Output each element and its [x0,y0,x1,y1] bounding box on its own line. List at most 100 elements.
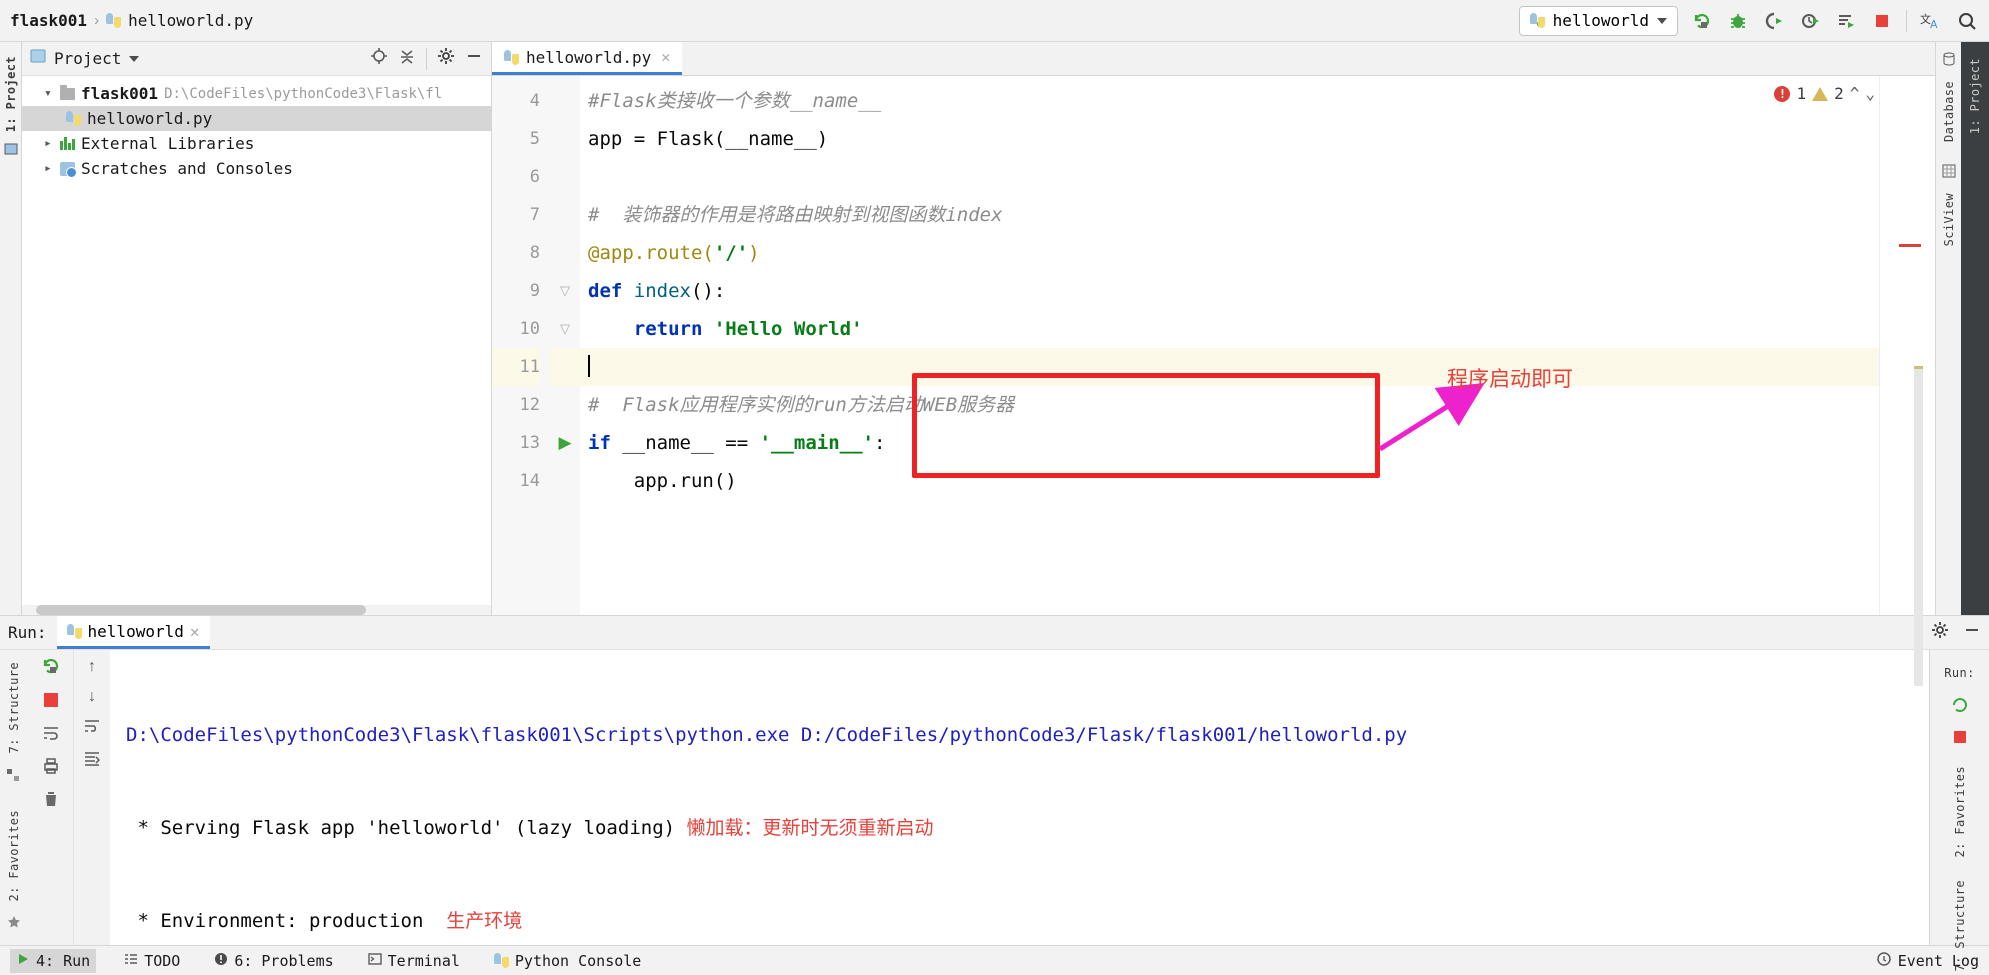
rerun-icon-right[interactable] [1951,696,1969,719]
next-problem-icon[interactable]: ⌄ [1865,84,1875,103]
profile-icon[interactable] [1798,9,1822,33]
status-item-label: Python Console [514,951,642,970]
left-tool-strip: 1: Project [0,42,22,615]
console-text: D:\CodeFiles\pythonCode3\Flask\flask001\… [126,724,1408,746]
keyword-token: return [633,318,714,340]
run-tests-icon[interactable] [1834,9,1858,33]
console-text: * Environment: production [126,910,447,932]
chevron-right-icon[interactable]: ▸ [44,161,54,176]
sidebar-tab-database[interactable]: Database [1942,75,1956,148]
sidebar-tab-favorites-right[interactable]: 2: Favorites [1953,760,1967,864]
stop-icon[interactable] [42,691,60,714]
sidebar-tab-sciview[interactable]: SciView [1942,187,1956,252]
collapse-all-icon[interactable] [398,47,416,70]
translate-icon[interactable]: 文A [1919,9,1943,33]
soft-wrap-toggle-icon[interactable] [84,718,100,739]
code-token: : [874,432,886,454]
string-token: 'Hello World' [713,318,863,340]
status-item-python-console[interactable]: Python Console [488,949,647,973]
close-icon[interactable]: ✕ [190,622,200,641]
editor-marker-bar[interactable]: ! 1 2 ^ ⌄ [1774,76,1935,686]
soft-wrap-icon[interactable] [42,724,60,747]
scroll-to-end-icon[interactable] [84,751,101,772]
status-item-todo[interactable]: TODO [118,949,186,973]
run-tool-window: Run: helloworld ✕ 7: Structure 2: Favori… [0,615,1989,971]
editor-tab-helloworld[interactable]: helloworld.py ✕ [492,42,683,75]
search-everywhere-icon[interactable] [1955,9,1979,33]
tree-item-helloworld[interactable]: helloworld.py [22,106,491,131]
annotation-text: 程序启动即可 [1447,367,1573,391]
debug-icon[interactable] [1726,9,1750,33]
run-console-output[interactable]: D:\CodeFiles\pythonCode3\Flask\flask001\… [110,650,1929,945]
code-line-current [580,348,1935,386]
line-number: 8 [529,243,540,263]
string-token: '/' [713,242,749,264]
tree-item-external-libraries[interactable]: ▸ External Libraries [22,131,491,156]
scroll-down-icon[interactable]: ↓ [88,688,96,706]
rerun-icon[interactable] [41,656,61,681]
fold-region-end-icon[interactable]: ▽ [550,310,580,348]
chevron-down-icon [1657,17,1667,24]
breadcrumb: flask001 › helloworld.py [10,11,253,30]
breadcrumb-separator: › [94,12,100,29]
settings-gear-icon[interactable] [437,47,455,70]
line-number: 9 [529,281,540,301]
tree-item-flask001[interactable]: ▾ flask001 D:\CodeFiles\pythonCode3\Flas… [22,81,491,106]
run-tab-helloworld[interactable]: helloworld ✕ [56,616,210,649]
rerun-icon[interactable] [1690,9,1714,33]
previous-problem-icon[interactable]: ^ [1850,84,1860,103]
sidebar-tab-project-dark[interactable]: 1: Project [1968,52,1982,140]
python-console-icon [493,953,509,968]
run-line-icon[interactable]: ▶ [550,424,580,462]
run-with-coverage-icon[interactable] [1762,9,1786,33]
line-number: 13 [519,433,540,453]
decorator-token: ) [748,242,760,264]
warning-icon [1812,86,1829,101]
svg-text:A: A [1930,18,1938,31]
sidebar-tab-favorites[interactable]: 2: Favorites [7,804,21,908]
trash-icon[interactable] [42,790,60,813]
breadcrumb-file[interactable]: helloworld.py [128,11,253,30]
code-content[interactable]: #Flask类接收一个参数__name__ app = Flask(__name… [580,76,1935,615]
scroll-up-icon[interactable]: ↑ [88,658,96,676]
chevron-right-icon[interactable]: ▸ [44,136,54,151]
sidebar-tab-structure[interactable]: 7: Structure [7,656,21,760]
python-file-icon [106,13,122,28]
chevron-down-icon[interactable]: ▾ [44,86,54,101]
editor-viewport[interactable]: 4 5 6 7 8 9 10 11 12 13 14 ▽ ▽ ▶ #Flask类… [492,76,1935,686]
status-item-terminal[interactable]: Terminal [362,949,466,973]
project-horizontal-scrollbar[interactable] [22,605,491,615]
run-left-tabs: 7: Structure 2: Favorites [0,650,28,945]
breadcrumb-project[interactable]: flask001 [10,11,87,30]
fold-region-start-icon[interactable]: ▽ [550,272,580,310]
hide-icon[interactable] [465,47,483,70]
pycharm-window: flask001 › helloworld.py helloworld 文 A … [0,0,1989,975]
sidebar-tab-project[interactable]: 1: Project [4,50,18,138]
status-item-label: 4: Run [36,951,91,970]
print-icon[interactable] [42,757,60,780]
sidebar-tab-structure-right[interactable]: 7: Structure [1953,874,1967,975]
error-marker[interactable] [1899,244,1921,247]
close-icon[interactable]: ✕ [661,48,670,66]
inspection-widget[interactable]: ! 1 2 ^ ⌄ [1774,84,1875,103]
project-pane: Project ▾ flask001 D:\CodeFiles\pythonCo… [22,42,492,615]
status-item-run[interactable]: 4: Run [10,948,97,973]
line-number: 7 [529,205,540,225]
tree-item-scratches-consoles[interactable]: ▸ Scratches and Consoles [22,156,491,181]
locate-icon[interactable] [370,47,388,70]
settings-gear-icon[interactable] [1931,621,1949,644]
stop-icon[interactable] [1870,9,1894,33]
event-log-icon [1876,951,1892,971]
run-configuration-selector[interactable]: helloworld [1518,5,1678,36]
code-line: if __name__ == '__main__': [580,424,1935,462]
run-right-strip: Run: 2: Favorites 7: Structure [1929,650,1989,971]
sidebar-tab-run[interactable]: Run: [1944,660,1975,686]
status-item-problems[interactable]: 6: Problems [208,949,339,973]
stop-icon-right[interactable] [1952,729,1968,750]
project-chevron-down-icon[interactable] [129,55,140,62]
hide-icon[interactable] [1963,621,1981,644]
editor-vertical-scrollbar[interactable] [1914,366,1923,686]
console-line: D:\CodeFiles\pythonCode3\Flask\flask001\… [126,720,1929,751]
line-number: 14 [519,471,540,491]
line-number: 12 [519,395,540,415]
